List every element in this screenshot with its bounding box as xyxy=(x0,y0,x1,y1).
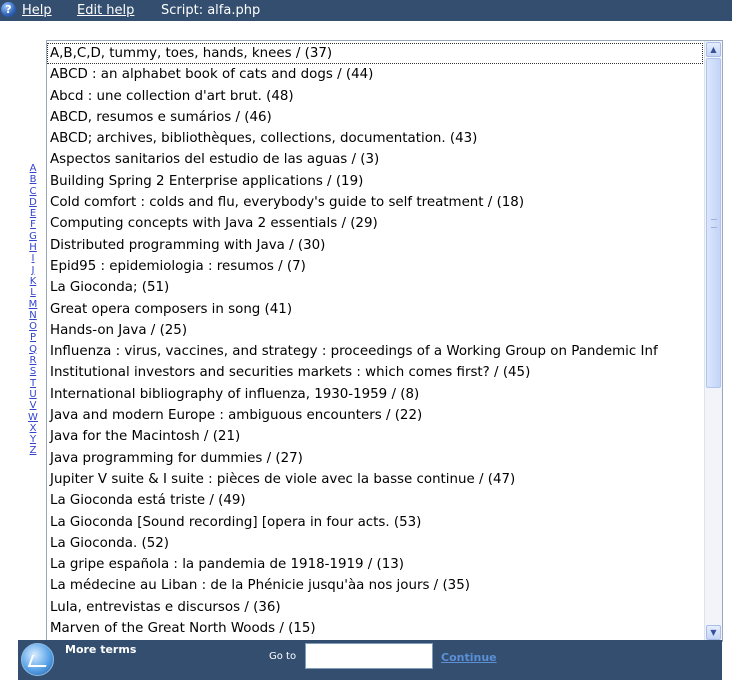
alphabet-link-n[interactable]: N xyxy=(27,310,39,321)
chart-icon xyxy=(27,655,51,667)
edit-help-link[interactable]: Edit help xyxy=(77,0,134,21)
alphabet-link-x[interactable]: X xyxy=(27,423,39,434)
alphabet-link-g[interactable]: G xyxy=(27,231,39,242)
list-item[interactable]: Computing concepts with Java 2 essential… xyxy=(47,213,703,234)
alphabet-link-m[interactable]: M xyxy=(27,299,39,310)
alphabet-link-t[interactable]: T xyxy=(27,378,39,389)
list-item[interactable]: Institutional investors and securities m… xyxy=(47,362,703,383)
scroll-down-button[interactable]: ▼ xyxy=(706,625,721,640)
alphabet-link-e[interactable]: E xyxy=(27,208,39,219)
list-item[interactable]: La Gioconda está triste / (49) xyxy=(47,490,703,511)
alphabet-link-l[interactable]: L xyxy=(27,287,39,298)
list-item[interactable]: La gripe española : la pandemia de 1918-… xyxy=(47,554,703,575)
alphabet-link-r[interactable]: R xyxy=(27,355,39,366)
help-icon[interactable]: ? xyxy=(1,2,16,17)
alphabet-index: ABCDEFGHIJKLMNOPQRSTUVWXYZ xyxy=(27,163,39,457)
vertical-scrollbar[interactable]: ▲ ▼ xyxy=(704,41,722,641)
list-item[interactable]: Java programming for dummies / (27) xyxy=(47,448,703,469)
list-item[interactable]: Distributed programming with Java / (30) xyxy=(47,235,703,256)
alphabet-link-u[interactable]: U xyxy=(27,389,39,400)
alphabet-link-c[interactable]: C xyxy=(27,186,39,197)
list-item[interactable]: Epid95 : epidemiologia : resumos / (7) xyxy=(47,256,703,277)
alphabet-link-y[interactable]: Y xyxy=(27,434,39,445)
list-item[interactable]: ABCD, resumos e sumários / (46) xyxy=(47,107,703,128)
alphabet-link-f[interactable]: F xyxy=(27,219,39,230)
list-item[interactable]: Marven of the Great North Woods / (15) xyxy=(47,618,703,639)
alphabet-link-v[interactable]: V xyxy=(27,400,39,411)
script-label: Script: alfa.php xyxy=(161,3,261,18)
list-item[interactable]: A,B,C,D, tummy, toes, hands, knees / (37… xyxy=(47,43,703,65)
alphabet-link-d[interactable]: D xyxy=(27,197,39,208)
list-item[interactable]: Lula, entrevistas e discursos / (36) xyxy=(47,597,703,618)
alphabet-link-h[interactable]: H xyxy=(27,242,39,253)
top-bar: ? Help Edit help Script: alfa.php xyxy=(0,0,732,21)
continue-link[interactable]: Continue xyxy=(441,651,497,664)
scroll-up-button[interactable]: ▲ xyxy=(706,42,721,57)
list-item[interactable]: Aspectos sanitarios del estudio de las a… xyxy=(47,149,703,170)
list-item[interactable]: Jupiter V suite & I suite : pièces de vi… xyxy=(47,469,703,490)
alphabet-link-j[interactable]: J xyxy=(27,265,39,276)
alphabet-link-a[interactable]: A xyxy=(27,163,39,174)
list-item[interactable]: Java and modern Europe : ambiguous encou… xyxy=(47,405,703,426)
alphabet-link-i[interactable]: I xyxy=(27,253,39,264)
logo-icon xyxy=(21,643,54,676)
bottom-bar: More terms Go to Continue xyxy=(18,640,722,680)
list-item[interactable]: Hands-on Java / (25) xyxy=(47,320,703,341)
list-item[interactable]: ABCD : an alphabet book of cats and dogs… xyxy=(47,64,703,85)
alphabet-link-b[interactable]: B xyxy=(27,174,39,185)
list-item[interactable]: Great opera composers in song (41) xyxy=(47,299,703,320)
alphabet-link-w[interactable]: W xyxy=(27,412,39,423)
grip-icon xyxy=(711,219,717,228)
alphabet-link-p[interactable]: P xyxy=(27,332,39,343)
list-item[interactable]: Java for the Macintosh / (21) xyxy=(47,426,703,447)
help-link[interactable]: Help xyxy=(22,0,52,21)
list-item[interactable]: La Gioconda; (51) xyxy=(47,277,703,298)
more-terms-label: More terms xyxy=(65,643,137,656)
alphabet-link-q[interactable]: Q xyxy=(27,344,39,355)
list-item[interactable]: Building Spring 2 Enterprise application… xyxy=(47,171,703,192)
alphabet-link-z[interactable]: Z xyxy=(27,445,39,456)
list-item[interactable]: La médecine au Liban : de la Phénicie ju… xyxy=(47,575,703,596)
list-item[interactable]: Influenza : virus, vaccines, and strateg… xyxy=(47,341,703,362)
list-item[interactable]: Cold comfort : colds and flu, everybody'… xyxy=(47,192,703,213)
goto-label: Go to xyxy=(269,651,297,662)
alphabet-link-o[interactable]: O xyxy=(27,321,39,332)
alphabet-link-k[interactable]: K xyxy=(27,276,39,287)
terms-list: A,B,C,D, tummy, toes, hands, knees / (37… xyxy=(47,43,703,639)
list-item[interactable]: La Gioconda [Sound recording] [opera in … xyxy=(47,512,703,533)
list-item[interactable]: ABCD; archives, bibliothèques, collectio… xyxy=(47,128,703,149)
list-item[interactable]: International bibliography of influenza,… xyxy=(47,384,703,405)
terms-listbox[interactable]: A,B,C,D, tummy, toes, hands, knees / (37… xyxy=(46,40,723,642)
scrollbar-thumb[interactable] xyxy=(706,58,721,388)
list-item[interactable]: La Gioconda. (52) xyxy=(47,533,703,554)
list-item[interactable]: Abcd : une collection d'art brut. (48) xyxy=(47,86,703,107)
alphabet-link-s[interactable]: S xyxy=(27,366,39,377)
goto-input[interactable] xyxy=(305,643,433,669)
